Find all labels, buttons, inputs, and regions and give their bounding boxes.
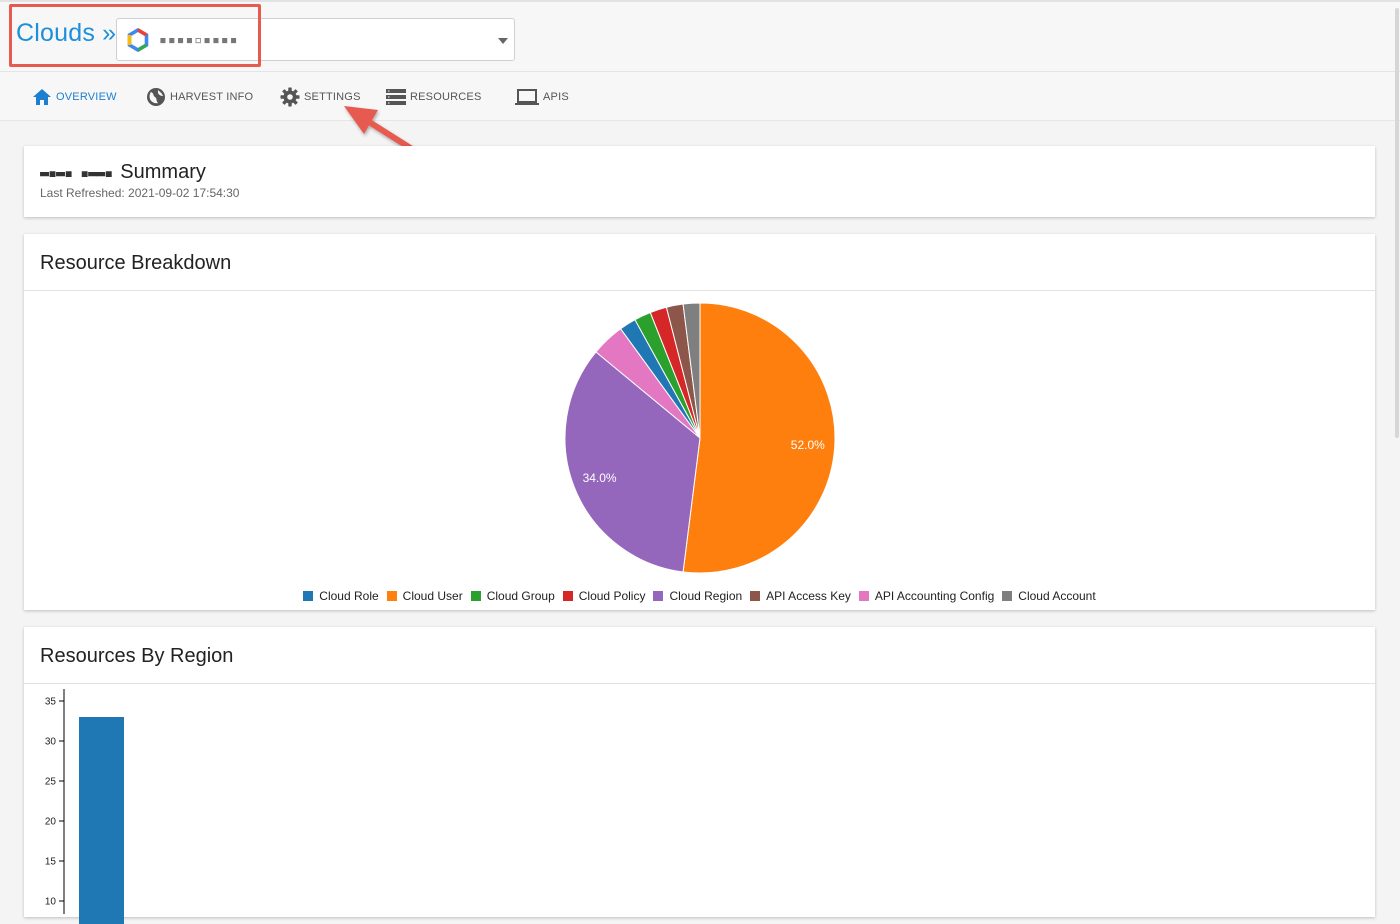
- legend-item[interactable]: Cloud User: [386, 589, 463, 603]
- legend-label: Cloud Policy: [578, 589, 646, 603]
- tab-overview-label: OVERVIEW: [56, 91, 117, 103]
- legend-label: Cloud Group: [486, 589, 555, 603]
- pie-data-label: 52.0%: [791, 438, 825, 452]
- pie-legend: Cloud Role Cloud User Cloud Group Cloud Pol…: [24, 589, 1375, 603]
- y-tick-label: 20: [45, 817, 57, 828]
- bar-chart: 10 15 20 25 30 35: [45, 689, 124, 924]
- legend-label: API Accounting Config: [874, 589, 995, 603]
- legend-swatch: [1002, 591, 1013, 601]
- tab-overview[interactable]: OVERVIEW: [32, 86, 117, 108]
- resources-by-region-card: Resources By Region 10 15 20 25 30 35: [24, 627, 1375, 924]
- highlight-annotation-box: [9, 4, 261, 67]
- resource-breakdown-card: Resource Breakdown 52.0% 34.0% Cloud Role…: [24, 234, 1375, 610]
- tab-bar: OVERVIEW HARVEST INFO SETTINGS RESOURCES…: [0, 72, 1400, 121]
- legend-swatch: [562, 591, 573, 601]
- summary-card: ▬▪▬▪ ▪▬▬▪ Summary Last Refreshed: 2021-0…: [24, 146, 1375, 217]
- legend-swatch: [750, 591, 761, 601]
- pie-data-label: 34.0%: [583, 471, 617, 485]
- y-tick-label: 15: [45, 857, 57, 868]
- legend-item[interactable]: API Access Key: [750, 589, 851, 603]
- tab-harvest-info[interactable]: HARVEST INFO: [146, 86, 253, 108]
- legend-item[interactable]: Cloud Policy: [562, 589, 646, 603]
- legend-item[interactable]: Cloud Region: [653, 589, 742, 603]
- legend-label: Cloud User: [402, 589, 463, 603]
- legend-label: Cloud Region: [669, 589, 743, 603]
- legend-label: Cloud Account: [1018, 589, 1096, 603]
- summary-title: Summary: [120, 161, 206, 183]
- region-title: Resources By Region: [40, 645, 234, 667]
- last-refreshed: Last Refreshed: 2021-09-02 17:54:30: [40, 186, 240, 200]
- legend-item[interactable]: Cloud Group: [470, 589, 555, 603]
- legend-swatch: [386, 591, 397, 601]
- legend-label: Cloud Role: [319, 589, 379, 603]
- legend-swatch: [303, 591, 314, 601]
- chevron-down-icon[interactable]: [498, 38, 508, 44]
- page-scrollbar[interactable]: [1394, 0, 1400, 440]
- legend-swatch: [653, 591, 664, 601]
- legend-item[interactable]: Cloud Role: [303, 589, 379, 603]
- y-tick-label: 10: [45, 897, 57, 908]
- tab-apis-label: APIS: [543, 91, 569, 103]
- tab-harvest-info-label: HARVEST INFO: [170, 91, 254, 103]
- pie-chart: 52.0% 34.0%: [564, 302, 836, 574]
- legend-item[interactable]: Cloud Account: [1002, 589, 1096, 603]
- legend-swatch: [470, 591, 481, 601]
- gear-icon: [280, 87, 300, 107]
- legend-item[interactable]: API Accounting Config: [858, 589, 995, 603]
- tab-apis[interactable]: APIS: [515, 86, 569, 108]
- laptop-icon: [515, 89, 539, 105]
- home-icon: [33, 89, 51, 105]
- redacted-cloud-name: ▬▪▬▪ ▪▬▬▪: [40, 164, 113, 182]
- breakdown-title: Resource Breakdown: [40, 252, 232, 274]
- legend-label: API Access Key: [766, 589, 851, 603]
- globe-icon: [147, 88, 165, 106]
- y-tick-label: 25: [45, 777, 57, 788]
- y-tick-label: 35: [45, 697, 57, 708]
- y-tick-label: 30: [45, 737, 57, 748]
- legend-swatch: [858, 591, 869, 601]
- bar[interactable]: [79, 717, 124, 924]
- top-bar: Clouds » ▪▪▪▪▫▪▪▪▪: [0, 0, 1400, 72]
